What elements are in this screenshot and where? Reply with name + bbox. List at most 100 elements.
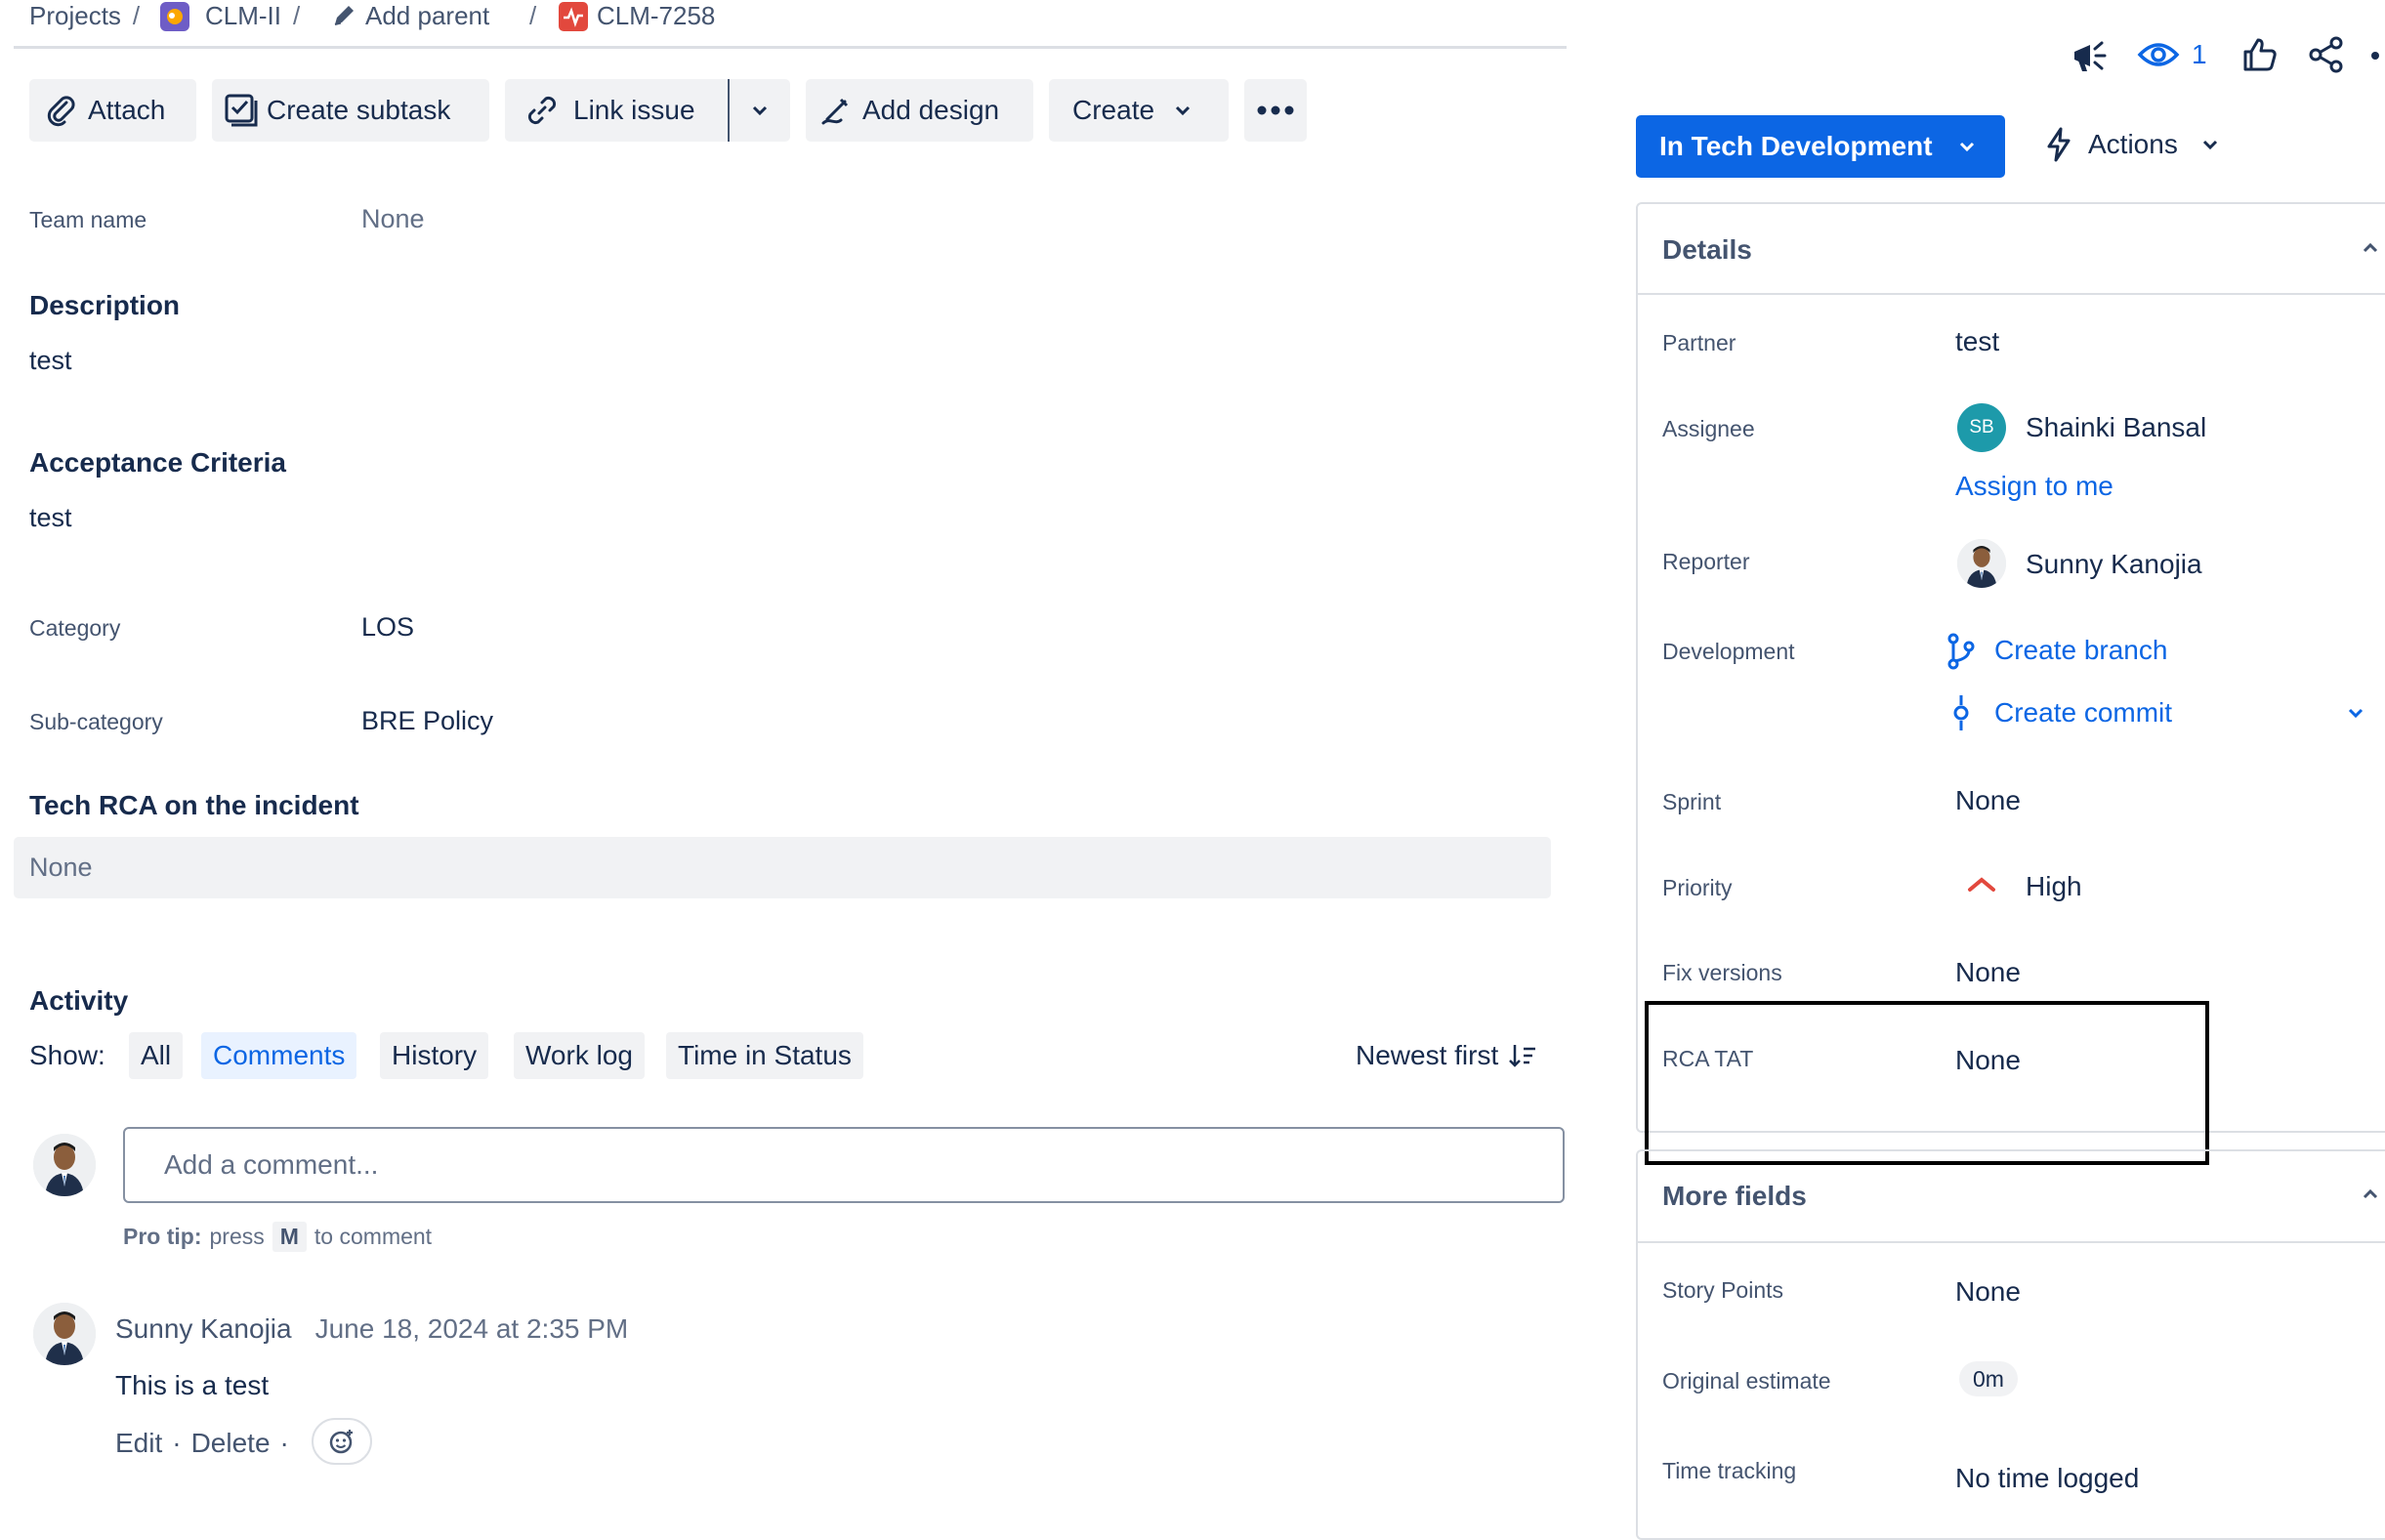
status-label: In Tech Development <box>1659 131 1933 161</box>
share-button[interactable] <box>2307 35 2346 74</box>
chevron-down-icon[interactable] <box>2345 702 2366 724</box>
status-dropdown-button[interactable]: In Tech Development <box>1636 115 2005 178</box>
attach-label: Attach <box>88 95 166 125</box>
breadcrumb-add-parent-wrap: Add parent <box>365 0 489 31</box>
branch-icon <box>1946 633 1977 670</box>
filter-comments[interactable]: Comments <box>201 1032 357 1079</box>
breadcrumb-project[interactable]: CLM-II <box>205 1 281 31</box>
comment-placeholder: Add a comment... <box>164 1149 379 1180</box>
comment-input[interactable]: Add a comment... <box>123 1127 1565 1203</box>
reporter-avatar[interactable] <box>1957 539 2006 588</box>
add-reaction-button[interactable] <box>312 1418 372 1465</box>
attach-button[interactable]: Attach <box>29 79 196 142</box>
reporter-name[interactable]: Sunny Kanojia <box>2026 549 2202 580</box>
subtask-icon <box>224 93 259 128</box>
show-label: Show: <box>29 1040 105 1070</box>
tech-rca-value: None <box>29 853 93 882</box>
dot-separator: · <box>279 1428 289 1458</box>
sort-button[interactable]: Newest first <box>1356 1040 1537 1071</box>
sprint-value[interactable]: None <box>1955 785 2021 816</box>
original-estimate-label: Original estimate <box>1662 1368 1831 1394</box>
breadcrumb-issue-wrap: CLM-7258 <box>597 0 715 31</box>
original-estimate-value[interactable]: 0m <box>1959 1361 2018 1396</box>
commit-icon <box>1949 693 1973 732</box>
breadcrumb-issue-key[interactable]: CLM-7258 <box>597 1 715 31</box>
assignee-avatar[interactable]: SB <box>1957 403 2006 452</box>
announcement-icon[interactable] <box>2071 37 2113 76</box>
filter-history[interactable]: History <box>380 1032 489 1079</box>
tech-rca-field[interactable] <box>14 837 1551 898</box>
link-issue-dropdown-button[interactable] <box>728 79 790 142</box>
create-subtask-button[interactable]: Create subtask <box>212 79 489 142</box>
priority-high-icon <box>1967 874 1996 895</box>
highlight-box <box>1645 1001 2209 1165</box>
breadcrumb-separator: / <box>529 0 537 30</box>
original-estimate-text: 0m <box>1973 1365 2004 1392</box>
more-icon <box>1256 104 1295 116</box>
filter-history-label: History <box>392 1040 478 1070</box>
chevron-down-icon <box>749 100 771 121</box>
add-design-button[interactable]: Add design <box>806 79 1033 142</box>
chevron-up-icon[interactable] <box>2360 1184 2381 1205</box>
more-actions-button[interactable] <box>1244 79 1307 142</box>
comment-edit-link[interactable]: Edit <box>115 1428 162 1459</box>
description-value[interactable]: test <box>29 346 72 376</box>
create-commit-link[interactable]: Create commit <box>1994 697 2172 728</box>
description-heading: Description <box>29 290 181 320</box>
breadcrumb-add-parent[interactable]: Add parent <box>365 1 489 31</box>
actions-label: Actions <box>2088 129 2178 159</box>
comment-delete-link[interactable]: Delete <box>191 1428 271 1459</box>
pro-tip-prefix: Pro tip: <box>123 1224 202 1249</box>
comment-body: This is a test <box>115 1370 270 1400</box>
category-value[interactable]: LOS <box>361 612 414 643</box>
keyboard-key-m: M <box>272 1222 307 1252</box>
team-name-value[interactable]: None <box>361 204 425 234</box>
chevron-up-icon[interactable] <box>2360 237 2381 259</box>
breadcrumb-projects[interactable]: Projects <box>29 1 121 31</box>
details-header-divider <box>1638 293 2385 295</box>
assign-to-me-link[interactable]: Assign to me <box>1955 471 2113 502</box>
details-heading[interactable]: Details <box>1662 234 1752 266</box>
time-tracking-label: Time tracking <box>1662 1458 1797 1483</box>
comment-author[interactable]: Sunny Kanojia <box>115 1313 292 1345</box>
add-design-label: Add design <box>862 95 1000 125</box>
subcategory-value[interactable]: BRE Policy <box>361 706 493 736</box>
comment-header: Sunny Kanojia June 18, 2024 at 2:35 PM <box>115 1313 628 1345</box>
sort-label: Newest first <box>1356 1040 1499 1070</box>
breadcrumb-divider <box>14 46 1567 49</box>
paperclip-icon <box>45 94 78 127</box>
filter-work-log[interactable]: Work log <box>514 1032 645 1079</box>
vote-button[interactable] <box>2240 35 2280 74</box>
comment-author-avatar[interactable] <box>33 1303 96 1365</box>
actions-button[interactable]: Actions <box>2045 127 2221 162</box>
priority-value[interactable]: High <box>2026 871 2082 902</box>
fix-versions-label: Fix versions <box>1662 960 1782 985</box>
create-branch-link[interactable]: Create branch <box>1994 635 2167 666</box>
time-tracking-value[interactable]: No time logged <box>1955 1463 2139 1494</box>
thumbs-up-icon <box>2240 35 2280 74</box>
chevron-down-icon <box>1956 136 1978 157</box>
subcategory-label: Sub-category <box>29 709 163 734</box>
chevron-down-icon <box>1172 100 1193 121</box>
partner-value[interactable]: test <box>1955 326 1999 357</box>
comment-timestamp[interactable]: June 18, 2024 at 2:35 PM <box>315 1313 629 1345</box>
assignee-name[interactable]: Shainki Bansal <box>2026 412 2206 443</box>
create-button[interactable]: Create <box>1049 79 1229 142</box>
filter-time-in-status-label: Time in Status <box>678 1040 852 1070</box>
design-icon <box>819 94 853 127</box>
filter-all[interactable]: All <box>129 1032 184 1079</box>
more-fields-heading[interactable]: More fields <box>1662 1181 1807 1212</box>
details-panel <box>1636 202 2385 1133</box>
filter-time-in-status[interactable]: Time in Status <box>666 1032 863 1079</box>
fix-versions-value[interactable]: None <box>1955 957 2021 988</box>
project-icon <box>160 2 189 31</box>
current-user-avatar <box>33 1134 96 1196</box>
breadcrumb-separator: / <box>293 0 301 30</box>
story-points-value[interactable]: None <box>1955 1276 2021 1308</box>
share-icon <box>2307 35 2346 74</box>
link-issue-button[interactable]: Link issue <box>505 79 726 142</box>
acceptance-criteria-value[interactable]: test <box>29 503 72 533</box>
watch-button[interactable]: 1 <box>2137 37 2207 72</box>
lightning-icon <box>2045 127 2072 162</box>
more-icon[interactable] <box>2371 52 2379 60</box>
